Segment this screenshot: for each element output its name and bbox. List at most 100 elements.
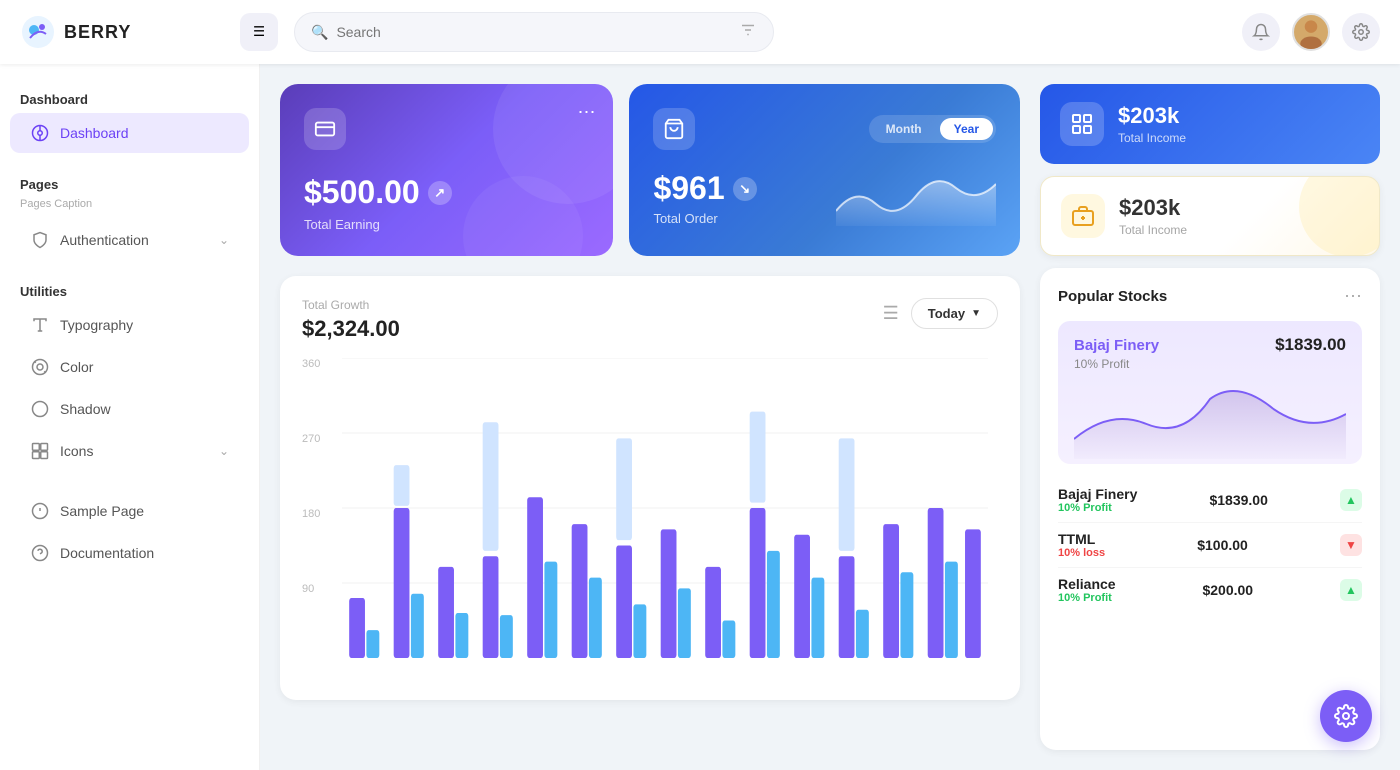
main-content: ⋯ $500.00 ↗ Total Earning bbox=[260, 64, 1400, 770]
income-blue-amount: $203k bbox=[1118, 103, 1186, 129]
sidebar-item-icons[interactable]: Icons ⌄ bbox=[10, 431, 249, 471]
income-yellow-info: $203k Total Income bbox=[1119, 195, 1187, 237]
toggle-year[interactable]: Year bbox=[940, 118, 993, 140]
sidebar-item-authentication[interactable]: Authentication ⌄ bbox=[10, 220, 249, 260]
stock-row-reliance[interactable]: Reliance 10% Profit $200.00 ▲ bbox=[1058, 568, 1362, 612]
bajaj-featured-name: Bajaj Finery bbox=[1074, 337, 1159, 354]
chevron-down-icon: ⌄ bbox=[219, 233, 229, 247]
logo-area: BERRY bbox=[20, 14, 220, 50]
shadow-icon bbox=[30, 399, 50, 419]
search-input[interactable] bbox=[336, 24, 739, 40]
sidebar-label-auth: Authentication bbox=[60, 232, 209, 248]
chart-y-labels: 360 270 180 90 bbox=[302, 358, 338, 658]
earning-card: ⋯ $500.00 ↗ Total Earning bbox=[280, 84, 613, 256]
stock-name-reliance: Reliance 10% Profit bbox=[1058, 576, 1116, 604]
earning-amount: $500.00 ↗ bbox=[304, 174, 589, 211]
chart-subtitle: Total Growth bbox=[302, 298, 400, 312]
income-card-yellow: $203k Total Income bbox=[1040, 176, 1380, 256]
color-icon bbox=[30, 357, 50, 377]
order-label: Total Order bbox=[653, 211, 756, 226]
sidebar-item-dashboard[interactable]: Dashboard bbox=[10, 113, 249, 153]
filter-icon[interactable] bbox=[739, 21, 757, 44]
stocks-title: Popular Stocks bbox=[1058, 288, 1167, 305]
icons-chevron-icon: ⌄ bbox=[219, 444, 229, 458]
income-yellow-amount: $203k bbox=[1119, 195, 1187, 221]
bajaj-featured-price: $1839.00 bbox=[1275, 335, 1346, 355]
sample-icon bbox=[30, 501, 50, 521]
search-icon: 🔍 bbox=[311, 24, 328, 41]
chart-filter-button[interactable]: Today ▼ bbox=[911, 298, 998, 329]
chart-card: Total Growth $2,324.00 ☰ Today ▼ 360 bbox=[280, 276, 1020, 700]
stocks-header: Popular Stocks ⋯ bbox=[1058, 286, 1362, 307]
sidebar-item-shadow[interactable]: Shadow bbox=[10, 389, 249, 429]
earning-card-menu[interactable]: ⋯ bbox=[577, 102, 595, 123]
bar-chart-svg bbox=[342, 358, 988, 658]
stock-name-ttml: TTML 10% loss bbox=[1058, 531, 1105, 559]
sidebar-label-dashboard: Dashboard bbox=[60, 125, 229, 141]
earning-label: Total Earning bbox=[304, 217, 589, 232]
ttml-trend-icon: ▼ bbox=[1340, 534, 1362, 556]
stocks-menu-icon[interactable]: ⋯ bbox=[1344, 286, 1362, 307]
sidebar-section-pages: Pages bbox=[0, 169, 259, 196]
reliance-trend-icon: ▲ bbox=[1340, 579, 1362, 601]
hamburger-icon: ☰ bbox=[253, 24, 265, 40]
icons-icon bbox=[30, 441, 50, 461]
income-blue-info: $203k Total Income bbox=[1118, 103, 1186, 145]
typography-icon bbox=[30, 315, 50, 335]
sidebar-label-icons: Icons bbox=[60, 443, 209, 459]
sidebar-section-utilities: Utilities bbox=[0, 276, 259, 303]
sidebar-pages-caption: Pages Caption bbox=[0, 196, 259, 218]
fab-button[interactable] bbox=[1320, 690, 1372, 742]
bajaj-featured-card: Bajaj Finery $1839.00 10% Profit bbox=[1058, 321, 1362, 464]
sidebar: Dashboard Dashboard Pages Pages Caption … bbox=[0, 64, 260, 770]
stock-row-ttml[interactable]: TTML 10% loss $100.00 ▼ bbox=[1058, 523, 1362, 568]
avatar[interactable] bbox=[1292, 13, 1330, 51]
order-trend-icon: ↘ bbox=[733, 177, 757, 201]
notification-button[interactable] bbox=[1242, 13, 1280, 51]
hamburger-button[interactable]: ☰ bbox=[240, 13, 278, 51]
earning-card-icon bbox=[304, 108, 346, 150]
search-bar: 🔍 bbox=[294, 12, 774, 52]
income-blue-icon bbox=[1060, 102, 1104, 146]
sidebar-item-color[interactable]: Color bbox=[10, 347, 249, 387]
left-column: ⋯ $500.00 ↗ Total Earning bbox=[280, 84, 1020, 750]
chart-header: Total Growth $2,324.00 ☰ Today ▼ bbox=[302, 298, 998, 342]
stock-list: Bajaj Finery 10% Profit $1839.00 ▲ TTML … bbox=[1058, 478, 1362, 612]
sidebar-item-sample[interactable]: Sample Page bbox=[10, 491, 249, 531]
settings-icon bbox=[1352, 23, 1370, 41]
stock-row-bajaj[interactable]: Bajaj Finery 10% Profit $1839.00 ▲ bbox=[1058, 478, 1362, 523]
header-right bbox=[1242, 13, 1380, 51]
logo-icon bbox=[20, 14, 56, 50]
bajaj-trend-icon: ▲ bbox=[1340, 489, 1362, 511]
sidebar-label-docs: Documentation bbox=[60, 545, 229, 561]
sidebar-item-typography[interactable]: Typography bbox=[10, 305, 249, 345]
bajaj-featured-top: Bajaj Finery $1839.00 bbox=[1074, 335, 1346, 355]
sidebar-label-shadow: Shadow bbox=[60, 401, 229, 417]
sidebar-label-sample: Sample Page bbox=[60, 503, 229, 519]
dropdown-arrow-icon: ▼ bbox=[971, 308, 981, 319]
chart-menu-icon[interactable]: ☰ bbox=[883, 303, 899, 324]
bajaj-chart-svg bbox=[1074, 379, 1346, 459]
cards-row: ⋯ $500.00 ↗ Total Earning bbox=[280, 84, 1020, 256]
bajaj-featured-profit: 10% Profit bbox=[1074, 357, 1346, 371]
income-yellow-icon bbox=[1061, 194, 1105, 238]
income-card-blue: $203k Total Income bbox=[1040, 84, 1380, 164]
order-card-icon bbox=[653, 108, 695, 150]
sidebar-label-typography: Typography bbox=[60, 317, 229, 333]
logo-text: BERRY bbox=[64, 22, 131, 43]
dashboard-icon bbox=[30, 123, 50, 143]
chart-area: 360 270 180 90 bbox=[302, 358, 998, 678]
sidebar-item-docs[interactable]: Documentation bbox=[10, 533, 249, 573]
toggle-month[interactable]: Month bbox=[872, 118, 936, 140]
header-settings-button[interactable] bbox=[1342, 13, 1380, 51]
earning-trend-icon: ↗ bbox=[428, 181, 452, 205]
order-card: Month Year $961 ↘ Total Order bbox=[629, 84, 1020, 256]
order-wave-chart bbox=[836, 166, 996, 226]
docs-icon bbox=[30, 543, 50, 563]
header: BERRY ☰ 🔍 bbox=[0, 0, 1400, 64]
order-card-bottom: $961 ↘ Total Order bbox=[653, 166, 996, 226]
stocks-card: Popular Stocks ⋯ Bajaj Finery $1839.00 1… bbox=[1040, 268, 1380, 750]
sidebar-section-dashboard: Dashboard bbox=[0, 84, 259, 111]
order-toggle: Month Year bbox=[869, 115, 996, 143]
main-layout: Dashboard Dashboard Pages Pages Caption … bbox=[0, 64, 1400, 770]
